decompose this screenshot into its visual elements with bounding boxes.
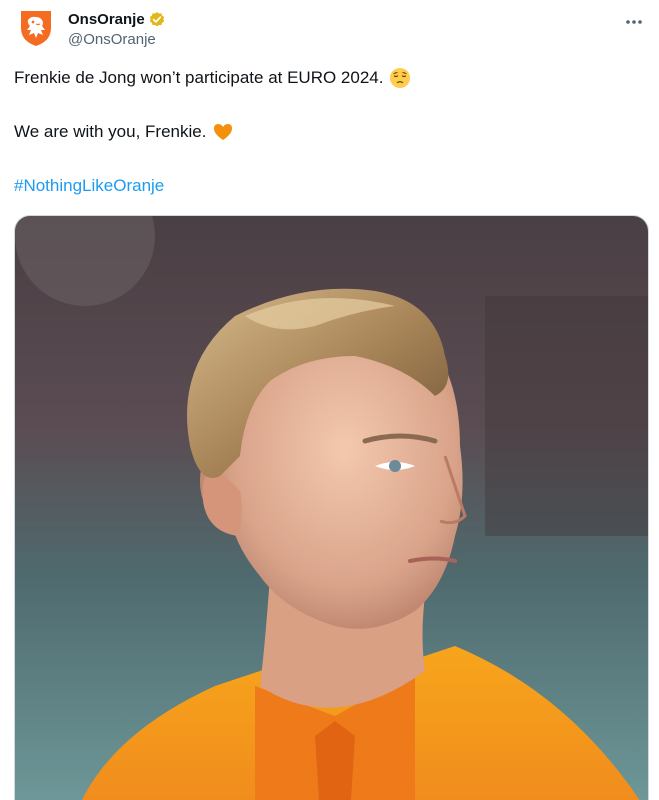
tweet-line-2-text: We are with you, Frenkie.	[14, 122, 207, 141]
tweet-card: OnsOranje @OnsOranje Frenkie de Jong won…	[0, 0, 659, 800]
tweet-media[interactable]	[14, 215, 649, 800]
verified-badge-icon[interactable]	[148, 11, 166, 29]
tweet-header: OnsOranje @OnsOranje	[14, 8, 645, 52]
name-row: OnsOranje	[68, 10, 166, 30]
tweet-text: Frenkie de Jong won’t participate at EUR…	[14, 66, 645, 198]
hashtag-link[interactable]: #NothingLikeOranje	[14, 174, 645, 198]
handle[interactable]: @OnsOranje	[68, 30, 166, 50]
more-horizontal-icon	[625, 12, 643, 30]
knvb-lion-crest-icon	[18, 8, 54, 53]
tweet-line-1: Frenkie de Jong won’t participate at EUR…	[14, 66, 645, 90]
orange-heart-emoji-icon	[212, 121, 234, 143]
pensive-face-emoji-icon	[389, 67, 411, 89]
avatar[interactable]	[14, 8, 58, 52]
more-options-button[interactable]	[623, 10, 645, 32]
tweet-line-1-text: Frenkie de Jong won’t participate at EUR…	[14, 68, 384, 87]
display-name[interactable]: OnsOranje	[68, 10, 145, 30]
tweet-line-2: We are with you, Frenkie.	[14, 120, 645, 144]
author-info: OnsOranje @OnsOranje	[68, 10, 166, 50]
player-portrait-photo-icon	[15, 216, 648, 800]
